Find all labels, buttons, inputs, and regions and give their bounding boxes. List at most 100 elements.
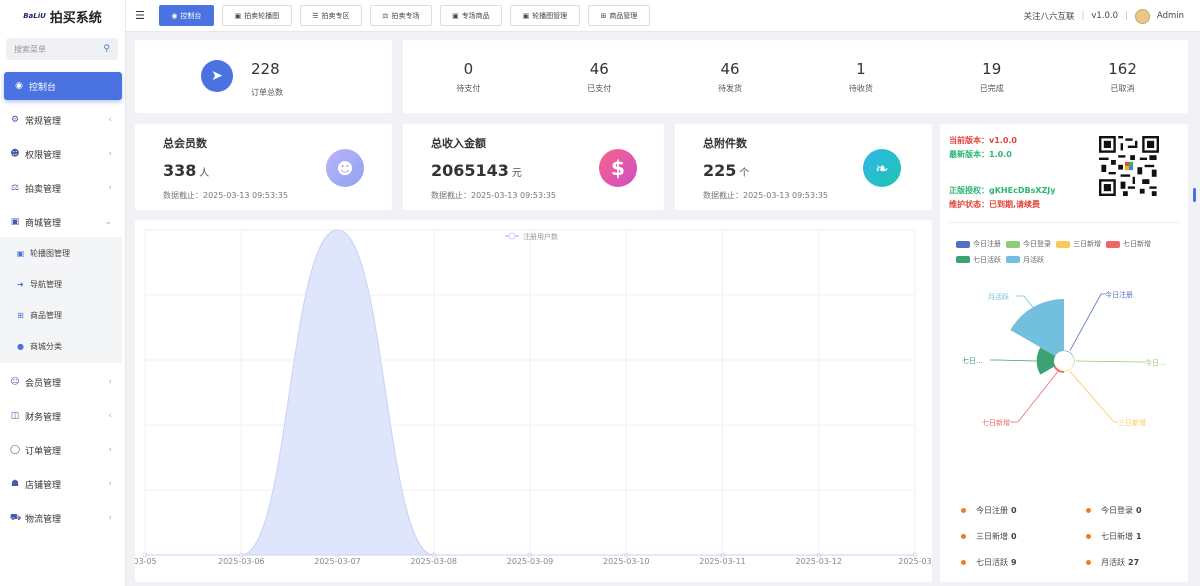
legend-item[interactable]: 三日新增 — [1056, 237, 1101, 251]
revenue-note: 数据截止：2025-03-13 09:53:35 — [431, 191, 556, 200]
legend-item[interactable]: 今日注册 — [956, 237, 1001, 251]
order-stat: 19 已完成 — [926, 60, 1057, 94]
search-icon[interactable]: ⚲ — [103, 44, 110, 54]
plus-square-icon: ⊞ — [600, 11, 607, 20]
tab-carousel-management[interactable]: ▣ 轮播图管理 — [509, 5, 580, 26]
sidebar-item-mall[interactable]: ▣ 商城管理 ⌄ — [0, 208, 126, 236]
image-icon: ▣ — [234, 11, 242, 20]
mall-submenu: ▣ 轮播图管理 ➜ 导航管理 ⊞ 商品管理 ● 商城分类 — [0, 237, 122, 363]
attachments-value: 225 — [703, 161, 737, 180]
sidebar-item-general[interactable]: ⚙ 常规管理 ‹ — [0, 106, 126, 134]
user-circle-icon: ☺ — [10, 377, 20, 387]
order-stat-value: 46 — [589, 60, 609, 78]
legend-item[interactable]: 七日新增 — [1106, 237, 1151, 251]
order-stat-label: 已完成 — [979, 84, 1004, 93]
app-logo[interactable]: BaLiU 拍买系统 — [0, 0, 125, 32]
order-stat-value: 19 — [982, 60, 1002, 78]
bullet-icon — [961, 560, 966, 565]
submenu-item-carousel[interactable]: ▣ 轮播图管理 — [0, 239, 122, 267]
pie-legend: 今日注册 今日登录 三日新增 七日新增七日活跃 月活跃 — [956, 237, 1186, 268]
sidebar-item-label: 物流管理 — [25, 514, 62, 525]
sidebar-item-stores[interactable]: ☗ 店铺管理 ‹ — [0, 470, 126, 498]
sidebar-item-label: 权限管理 — [25, 150, 62, 161]
user-stat-value: 9 — [1011, 558, 1017, 567]
x-tick-label: 2025-03-09 — [507, 557, 554, 566]
tab-label: 专场商品 — [461, 11, 490, 20]
user-menu[interactable]: Admin — [1157, 11, 1184, 21]
arrow-right-icon: ➜ — [17, 279, 24, 289]
revenue-unit: 元 — [511, 168, 522, 179]
sidebar-item-orders[interactable]: ◯ 订单管理 ‹ — [0, 436, 126, 464]
sidebar-item-finance[interactable]: ◫ 财务管理 ‹ — [0, 402, 126, 430]
users-icon: ☻ — [326, 149, 364, 187]
users-icon: ☻ — [10, 149, 20, 159]
tab-product-management[interactable]: ⊞ 商品管理 — [587, 5, 650, 26]
sidebar-item-members[interactable]: ☺ 会员管理 ‹ — [0, 368, 126, 396]
menu-toggle-icon[interactable]: ☰ — [135, 9, 145, 22]
sidebar: BaLiU 拍买系统 搜索菜单 ⚲ ◉ 控制台 ⚙ 常规管理 ‹ ☻ 权限管理 … — [0, 0, 126, 586]
orders-total-card: ➤ 228 订单总数 — [135, 40, 392, 113]
slice-label: 七日新增 — [982, 418, 1010, 427]
slice-label-line — [990, 359, 1037, 362]
user-activity-rose-chart: 今日注册今日... 三日新增 七日新增 七日... 月活跃 — [962, 290, 1166, 427]
order-stat-label: 已取消 — [1110, 84, 1135, 93]
slice-label: 月活跃 — [988, 292, 1009, 301]
sidebar-item-dashboard[interactable]: ◉ 控制台 — [4, 72, 122, 100]
order-stat-value: 162 — [1108, 60, 1137, 78]
avatar[interactable] — [1134, 8, 1150, 24]
user-stat-row: 三日新增 0 — [961, 531, 1017, 542]
user-stat-row: 今日登录 0 — [1086, 505, 1142, 516]
slice-label: 今日... — [1145, 358, 1166, 367]
sidebar-item-auction[interactable]: ⚖ 拍卖管理 ‹ — [0, 174, 126, 202]
order-stat: 1 待收货 — [795, 60, 926, 94]
tab-dashboard[interactable]: ◉ 控制台 — [158, 5, 214, 26]
app-title: 拍买系统 — [49, 10, 102, 26]
sidebar-item-label: 拍卖管理 — [25, 184, 62, 195]
tab-auction-carousel[interactable]: ▣ 拍卖轮播图 — [221, 5, 292, 26]
tab-label: 轮播图管理 — [532, 11, 568, 20]
members-note: 数据截止：2025-03-13 09:53:35 — [163, 191, 288, 200]
slice-label: 七日... — [962, 356, 983, 365]
sidebar-item-label: 商城管理 — [25, 218, 62, 229]
sidebar-item-logistics[interactable]: ⛟ 物流管理 ‹ — [0, 504, 126, 532]
attachments-title: 总附件数 — [703, 137, 747, 150]
legend-item[interactable]: 今日登录 — [1006, 237, 1051, 251]
follow-link[interactable]: 关注八六互联 — [1023, 10, 1074, 22]
attachments-unit: 个 — [739, 168, 750, 179]
sidebar-item-permissions[interactable]: ☻ 权限管理 ‹ — [0, 140, 126, 168]
menu-search-input[interactable]: 搜索菜单 ⚲ — [6, 38, 118, 60]
order-stat-value: 1 — [856, 60, 866, 78]
legend-item[interactable]: 七日活跃 — [956, 253, 1001, 267]
user-stat-value: 0 — [1011, 506, 1017, 515]
slice-label: 今日注册 — [1105, 290, 1133, 299]
chevron-left-icon: ‹ — [108, 445, 112, 455]
tab-auction-session[interactable]: ⚖ 拍卖专场 — [369, 5, 432, 26]
chevron-left-icon: ‹ — [108, 377, 112, 387]
shop-icon: ▣ — [10, 217, 20, 227]
members-unit: 人 — [199, 168, 210, 179]
tab-auction-zone[interactable]: ☰ 拍卖专区 — [299, 5, 362, 26]
legend-label: 注册用户数 — [523, 232, 558, 241]
sidebar-item-label: 常规管理 — [25, 116, 62, 127]
legend-item[interactable]: 月活跃 — [1006, 253, 1044, 267]
user-stat-row: 月活跃 27 — [1086, 557, 1139, 568]
tab-label: 控制台 — [180, 11, 202, 20]
image-icon: ▣ — [16, 248, 25, 258]
scrollbar-thumb[interactable] — [1193, 188, 1196, 202]
revenue-title: 总收入金额 — [431, 137, 486, 150]
order-stat: 162 已取消 — [1057, 60, 1188, 94]
submenu-item-navigation[interactable]: ➜ 导航管理 — [0, 270, 122, 298]
paper-plane-icon: ➤ — [201, 60, 233, 92]
dashboard-icon: ◉ — [15, 81, 23, 91]
orders-total-label: 订单总数 — [251, 88, 283, 97]
submenu-item-products[interactable]: ⊞ 商品管理 — [0, 301, 122, 329]
registration-area-chart: 03-05 2025-03-06 2025-03-07 2025-03-08 2025-… — [133, 229, 932, 566]
money-icon: ◫ — [10, 411, 20, 421]
bullet-icon — [1086, 508, 1091, 513]
separator: | — [1081, 11, 1085, 21]
cogs-icon: ⚙ — [10, 115, 20, 125]
tab-session-products[interactable]: ▣ 专场商品 — [439, 5, 502, 26]
x-tick-label: 2025-03-10 — [603, 557, 650, 566]
submenu-item-categories[interactable]: ● 商城分类 — [0, 332, 122, 360]
order-icon: ◯ — [10, 445, 21, 455]
